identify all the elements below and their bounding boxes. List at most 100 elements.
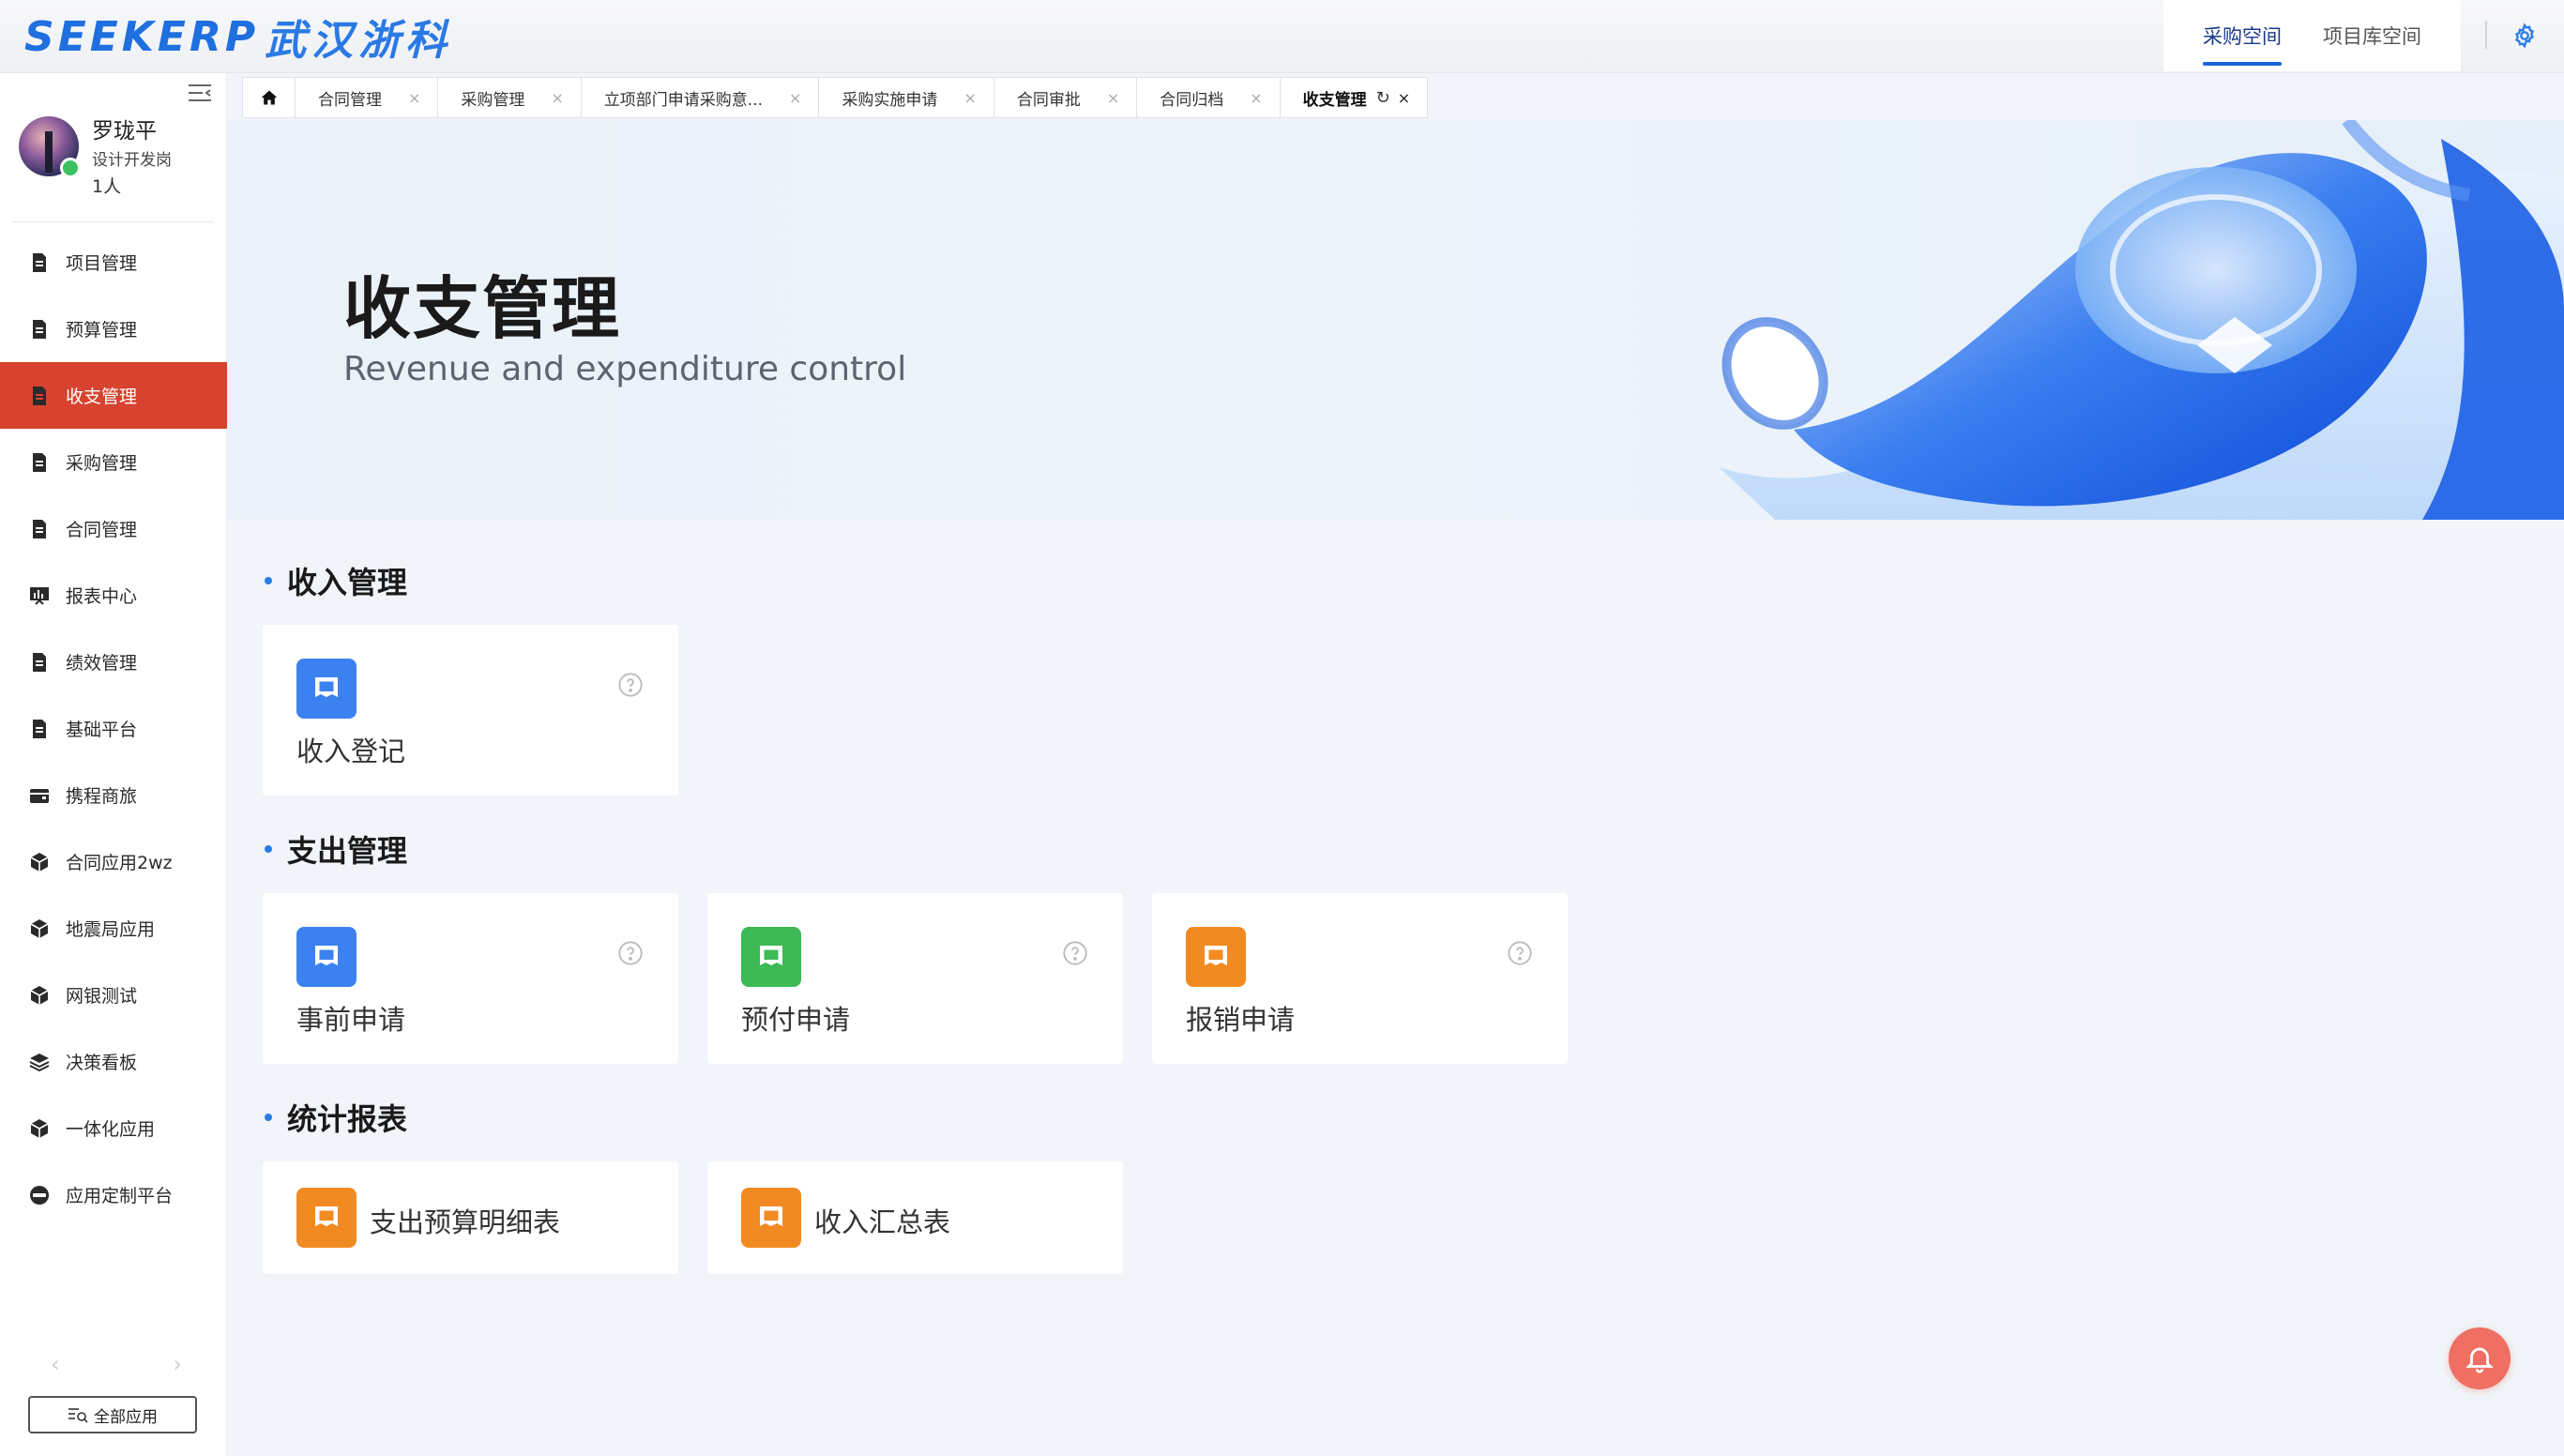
wallet-icon (30, 788, 49, 803)
sidebar-item-label: 基础平台 (66, 720, 138, 740)
page-tabs: 合同管理 × 采购管理 × 立项部门申请采购意... × 采购实施申请 × 合同审批 × … (242, 77, 1429, 118)
space-tabs: 采购空间 项目库空间 (2163, 0, 2461, 71)
close-icon[interactable]: × (963, 89, 976, 107)
sidebar-item-label: 网银测试 (66, 986, 138, 1007)
app-card-expenditure-budget-detail[interactable]: 支出预算明细表 (263, 1161, 678, 1274)
app-card-label: 报销申请 (1186, 1004, 1296, 1036)
help-icon[interactable] (1507, 940, 1533, 966)
app-card-label: 支出预算明细表 (370, 1206, 561, 1238)
chevron-left-icon[interactable]: ‹ (51, 1351, 60, 1377)
book-icon (315, 1206, 338, 1226)
sidebar-item-integrated-app[interactable]: 一体化应用 (0, 1095, 227, 1161)
tab-label: 收支管理 (1302, 90, 1367, 110)
document-icon (33, 319, 46, 339)
sidebar-item-app-customization[interactable]: 应用定制平台 (0, 1161, 227, 1228)
gear-icon[interactable] (2511, 23, 2538, 49)
cube-icon (30, 852, 49, 872)
user-name: 罗珑平 (92, 119, 157, 144)
help-icon[interactable] (617, 672, 644, 698)
layers-icon (29, 1053, 50, 1071)
sidebar-pager: ‹ › (51, 1351, 182, 1377)
space-tab-project-library[interactable]: 项目库空间 (2302, 0, 2442, 71)
sidebar-item-revenue-expenditure[interactable]: 收支管理 (0, 362, 227, 429)
header-divider (2485, 21, 2487, 49)
section-title-expenditure: 支出管理 (265, 827, 407, 871)
sidebar-item-performance[interactable]: 绩效管理 (0, 629, 227, 695)
app-card-reimbursement[interactable]: 报销申请 (1152, 893, 1568, 1064)
app-card-advance-payment[interactable]: 预付申请 (707, 893, 1123, 1064)
user-profile[interactable]: 罗珑平 设计开发岗 1人 (19, 109, 216, 212)
chart-board-icon (30, 586, 49, 605)
help-icon[interactable] (617, 940, 644, 966)
app-card-income-summary[interactable]: 收入汇总表 (707, 1161, 1123, 1274)
tab-contract-management[interactable]: 合同管理 × (295, 77, 438, 118)
book-icon (1205, 946, 1227, 965)
section-title-statistics: 统计报表 (265, 1096, 407, 1139)
app-card-label: 预付申请 (741, 1004, 851, 1036)
app-card-pre-application[interactable]: 事前申请 (263, 893, 678, 1064)
all-apps-button[interactable]: 全部应用 (28, 1396, 197, 1433)
tab-contract-archive[interactable]: 合同归档 × (1136, 77, 1280, 118)
section-title-text: 支出管理 (287, 833, 408, 869)
book-icon (760, 946, 782, 965)
sidebar-item-decision-board[interactable]: 决策看板 (0, 1028, 227, 1095)
sidebar-menu: 项目管理 预算管理 收支管理 采购管理 合同管理 报表中心 绩效管理 基础平台 (0, 229, 227, 1228)
book-icon (760, 1206, 782, 1226)
close-icon[interactable]: × (551, 89, 563, 107)
sidebar-item-report-center[interactable]: 报表中心 (0, 562, 227, 629)
document-icon (33, 519, 46, 538)
close-icon[interactable]: × (1250, 89, 1262, 107)
tab-dept-procurement-intent[interactable]: 立项部门申请采购意... × (580, 77, 819, 118)
document-icon (33, 652, 46, 672)
home-icon (261, 90, 277, 105)
app-card-label: 事前申请 (296, 1004, 406, 1036)
space-tab-procurement[interactable]: 采购空间 (2182, 0, 2302, 71)
close-icon[interactable]: × (789, 89, 801, 107)
sidebar-item-label: 应用定制平台 (66, 1186, 174, 1206)
app-logo[interactable]: SEEKERP 武汉浙科 (24, 11, 452, 66)
tab-revenue-expenditure[interactable]: 收支管理 ↻ × (1279, 77, 1429, 118)
tab-label: 合同管理 (318, 90, 382, 110)
all-apps-label: 全部应用 (94, 1407, 158, 1427)
logo-text-en: SEEKERP (24, 12, 260, 61)
notification-button[interactable] (2449, 1327, 2511, 1389)
banner-illustration (1719, 120, 2564, 520)
sidebar-item-procurement[interactable]: 采购管理 (0, 429, 227, 495)
page-banner: 收支管理 Revenue and expenditure control (227, 120, 2564, 520)
close-icon[interactable]: × (408, 89, 420, 107)
sidebar-item-ctrip[interactable]: 携程商旅 (0, 762, 227, 828)
sidebar-item-project[interactable]: 项目管理 (0, 229, 227, 296)
chevron-right-icon[interactable]: › (173, 1351, 182, 1377)
tab-procurement-management[interactable]: 采购管理 × (437, 77, 581, 118)
sidebar-item-earthquake-app[interactable]: 地震局应用 (0, 895, 227, 962)
app-icon (296, 1188, 357, 1248)
sidebar-item-ebank-test[interactable]: 网银测试 (0, 962, 227, 1028)
tab-label: 合同归档 (1160, 90, 1224, 110)
sidebar-item-label: 合同管理 (66, 520, 138, 540)
sidebar: 罗珑平 设计开发岗 1人 项目管理 预算管理 收支管理 采购管理 合同管理 报表… (0, 73, 227, 1456)
document-icon (33, 252, 46, 272)
cube-icon (30, 918, 49, 938)
help-icon[interactable] (1062, 940, 1088, 966)
sidebar-item-contract[interactable]: 合同管理 (0, 495, 227, 562)
app-card-label: 收入汇总表 (814, 1206, 951, 1238)
tab-contract-approval[interactable]: 合同审批 × (993, 77, 1137, 118)
app-card-income-registration[interactable]: 收入登记 (263, 625, 678, 796)
collapse-sidebar-icon[interactable] (188, 83, 212, 103)
logo-text-cn: 武汉浙科 (265, 17, 453, 65)
tab-label: 采购实施申请 (842, 90, 938, 110)
sidebar-item-contract-app-2wz[interactable]: 合同应用2wz (0, 828, 227, 895)
tab-procurement-implementation[interactable]: 采购实施申请 × (818, 77, 994, 118)
sidebar-item-label: 采购管理 (66, 453, 138, 474)
close-icon[interactable]: × (1398, 89, 1410, 107)
sidebar-item-budget[interactable]: 预算管理 (0, 296, 227, 362)
cap-icon (30, 1185, 49, 1205)
close-icon[interactable]: × (1107, 89, 1119, 107)
user-count: 1人 (92, 176, 122, 197)
refresh-icon[interactable]: ↻ (1376, 88, 1390, 108)
page-subtitle: Revenue and expenditure control (343, 350, 907, 388)
tab-home[interactable] (242, 77, 295, 118)
sidebar-item-base-platform[interactable]: 基础平台 (0, 695, 227, 762)
app-icon (296, 927, 357, 987)
section-title-text: 统计报表 (287, 1101, 408, 1137)
